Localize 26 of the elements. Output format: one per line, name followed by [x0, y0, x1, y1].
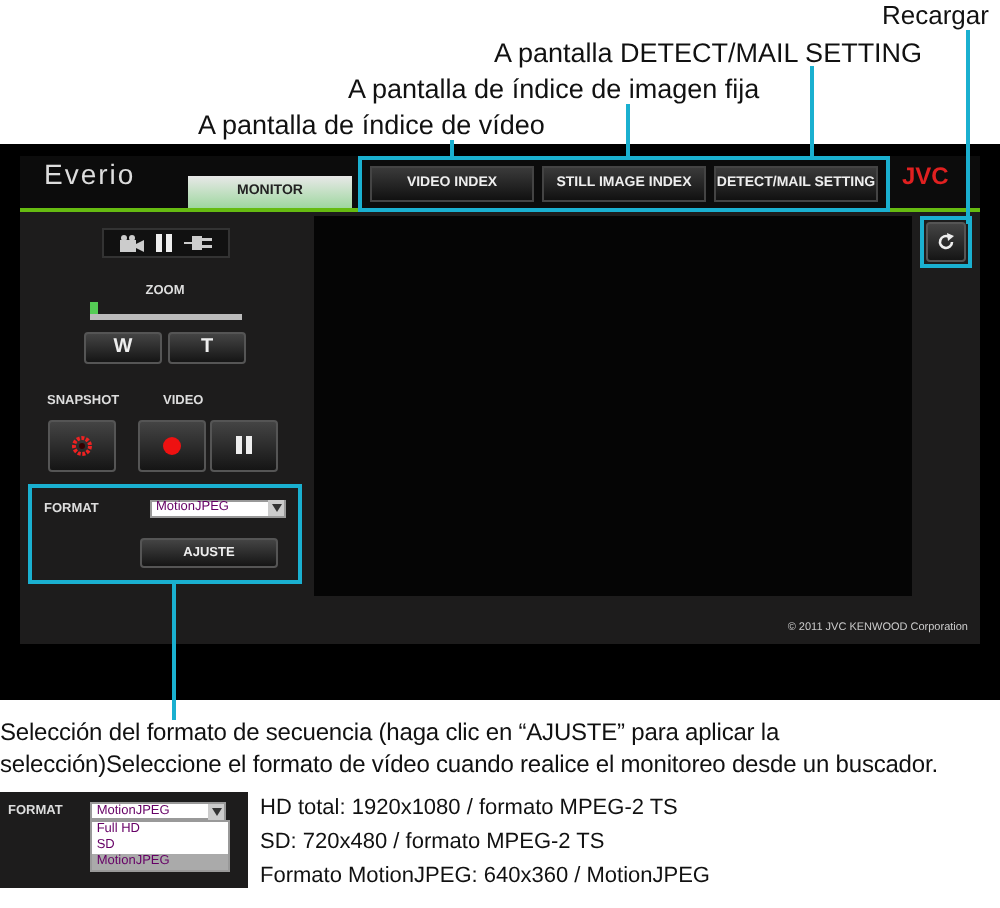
refresh-icon: [936, 232, 956, 252]
format-note: SD: 720x480 / formato MPEG-2 TS: [260, 828, 607, 858]
caret-icon: [271, 504, 281, 512]
pause-icon[interactable]: [155, 234, 171, 252]
snapshot-button[interactable]: [47, 419, 115, 471]
caret-icon: [211, 807, 222, 815]
callout-label: A pantalla de índice de vídeo: [198, 108, 545, 144]
pause-icon: [235, 436, 251, 454]
callout-label: Recargar: [882, 0, 989, 30]
shutter-icon: [71, 435, 91, 455]
reload-button[interactable]: [926, 222, 966, 262]
record-icon: [161, 435, 181, 455]
format-note: Formato MotionJPEG: 640x360 / MotionJPEG: [260, 862, 710, 892]
callout-label: A pantalla DETECT/MAIL SETTING: [494, 36, 923, 72]
app-logo: Everio: [42, 156, 138, 194]
record-button[interactable]: [137, 419, 205, 471]
pause-button[interactable]: [209, 419, 277, 471]
brand-logo: JVC: [900, 160, 949, 194]
zoom-button[interactable]: W: [84, 331, 162, 364]
callout-label: A pantalla de índice de imagen fija: [348, 72, 760, 108]
zoom-button[interactable]: T: [168, 331, 246, 364]
format-note: HD total: 1920x1080 / formato MPEG-2 TS: [260, 794, 680, 824]
slider-thumb[interactable]: [89, 301, 97, 314]
camera-icon[interactable]: [119, 234, 143, 252]
plug-icon[interactable]: [183, 234, 211, 252]
caption-text: Selección del formato de secuencia (haga clic en “AJUSTE” para aplicar la selección)Seleccione el formato de vídeo cuando realice el monitoreo desde un buscador.: [0, 716, 940, 780]
